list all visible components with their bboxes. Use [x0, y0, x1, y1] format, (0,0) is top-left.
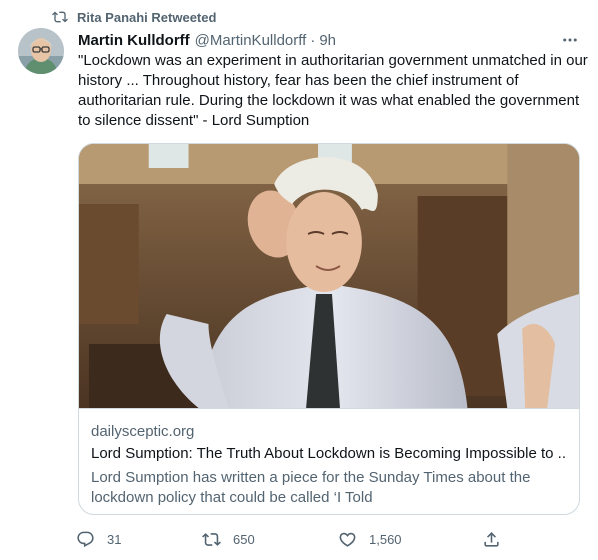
heart-icon [339, 532, 356, 547]
link-card[interactable]: dailysceptic.org Lord Sumption: The Trut… [78, 143, 580, 515]
more-options-button[interactable] [558, 28, 582, 52]
retweet-icon [52, 11, 68, 23]
avatar[interactable] [18, 28, 64, 74]
card-description: Lord Sumption has written a piece for th… [91, 469, 531, 506]
card-domain: dailysceptic.org [91, 423, 195, 440]
share-icon [484, 531, 499, 547]
author-name[interactable]: Martin Kulldorff [78, 32, 190, 49]
reply-icon [77, 531, 94, 547]
card-info[interactable]: dailysceptic.org Lord Sumption: The Trut… [79, 408, 579, 514]
like-count: 1,560 [369, 531, 402, 547]
retweet-icon [202, 532, 221, 546]
card-image[interactable] [79, 144, 579, 408]
share-button[interactable] [482, 526, 501, 552]
tweet-timestamp[interactable]: 9h [319, 32, 336, 49]
card-title: Lord Sumption: The Truth About Lockdown … [91, 445, 567, 462]
retweet-count: 650 [233, 531, 255, 547]
tweet-actions: 31 650 1,560 [72, 526, 512, 552]
retweet-button[interactable]: 650 [202, 526, 255, 552]
reply-count: 31 [107, 531, 122, 547]
tweet-header: Martin Kulldorff @MartinKulldorff · 9h [78, 30, 582, 50]
reply-button[interactable]: 31 [76, 526, 121, 552]
retweeted-by-label: Rita Panahi Retweeted [77, 9, 217, 25]
more-dots-icon [563, 38, 577, 42]
tweet-text: "Lockdown was an experiment in authorita… [78, 52, 588, 129]
like-button[interactable]: 1,560 [338, 526, 402, 552]
retweet-context[interactable]: Rita Panahi Retweeted [52, 8, 216, 26]
author-handle[interactable]: @MartinKulldorff [195, 32, 307, 49]
separator-dot: · [310, 31, 316, 49]
